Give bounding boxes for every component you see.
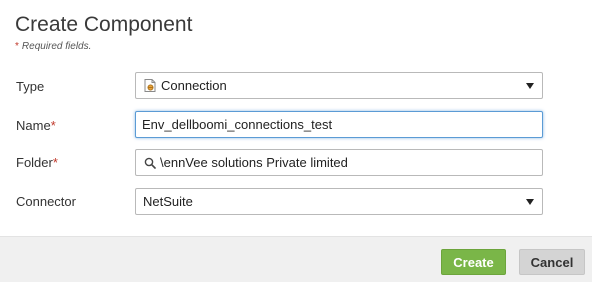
connector-select-value: NetSuite bbox=[143, 194, 193, 209]
create-button[interactable]: Create bbox=[441, 249, 506, 275]
folder-field[interactable]: \ennVee solutions Private limited bbox=[135, 149, 543, 176]
folder-label: Folder* bbox=[16, 155, 58, 170]
type-select[interactable]: Connection bbox=[135, 72, 543, 99]
folder-label-text: Folder bbox=[16, 155, 53, 170]
required-fields-note: * Required fields. bbox=[15, 41, 91, 52]
chevron-down-icon bbox=[526, 82, 534, 89]
connector-label: Connector bbox=[16, 194, 76, 209]
name-required-star: * bbox=[50, 118, 56, 133]
create-component-dialog: Create Component * Required fields. Type … bbox=[0, 0, 592, 282]
search-icon bbox=[144, 157, 156, 169]
required-note-text: Required fields. bbox=[21, 41, 92, 52]
connection-icon bbox=[144, 79, 156, 92]
required-star: * bbox=[15, 41, 19, 52]
dialog-footer: Create Cancel bbox=[0, 236, 592, 282]
name-label: Name* bbox=[16, 118, 56, 133]
name-field[interactable] bbox=[135, 111, 543, 138]
dialog-title: Create Component bbox=[15, 13, 193, 36]
name-input[interactable] bbox=[136, 112, 542, 137]
type-select-value: Connection bbox=[161, 78, 227, 93]
cancel-button[interactable]: Cancel bbox=[519, 249, 585, 275]
folder-value: \ennVee solutions Private limited bbox=[160, 155, 348, 170]
name-label-text: Name bbox=[16, 118, 51, 133]
chevron-down-icon bbox=[526, 198, 534, 205]
folder-required-star: * bbox=[52, 155, 58, 170]
type-label: Type bbox=[16, 79, 45, 94]
connector-select[interactable]: NetSuite bbox=[135, 188, 543, 215]
